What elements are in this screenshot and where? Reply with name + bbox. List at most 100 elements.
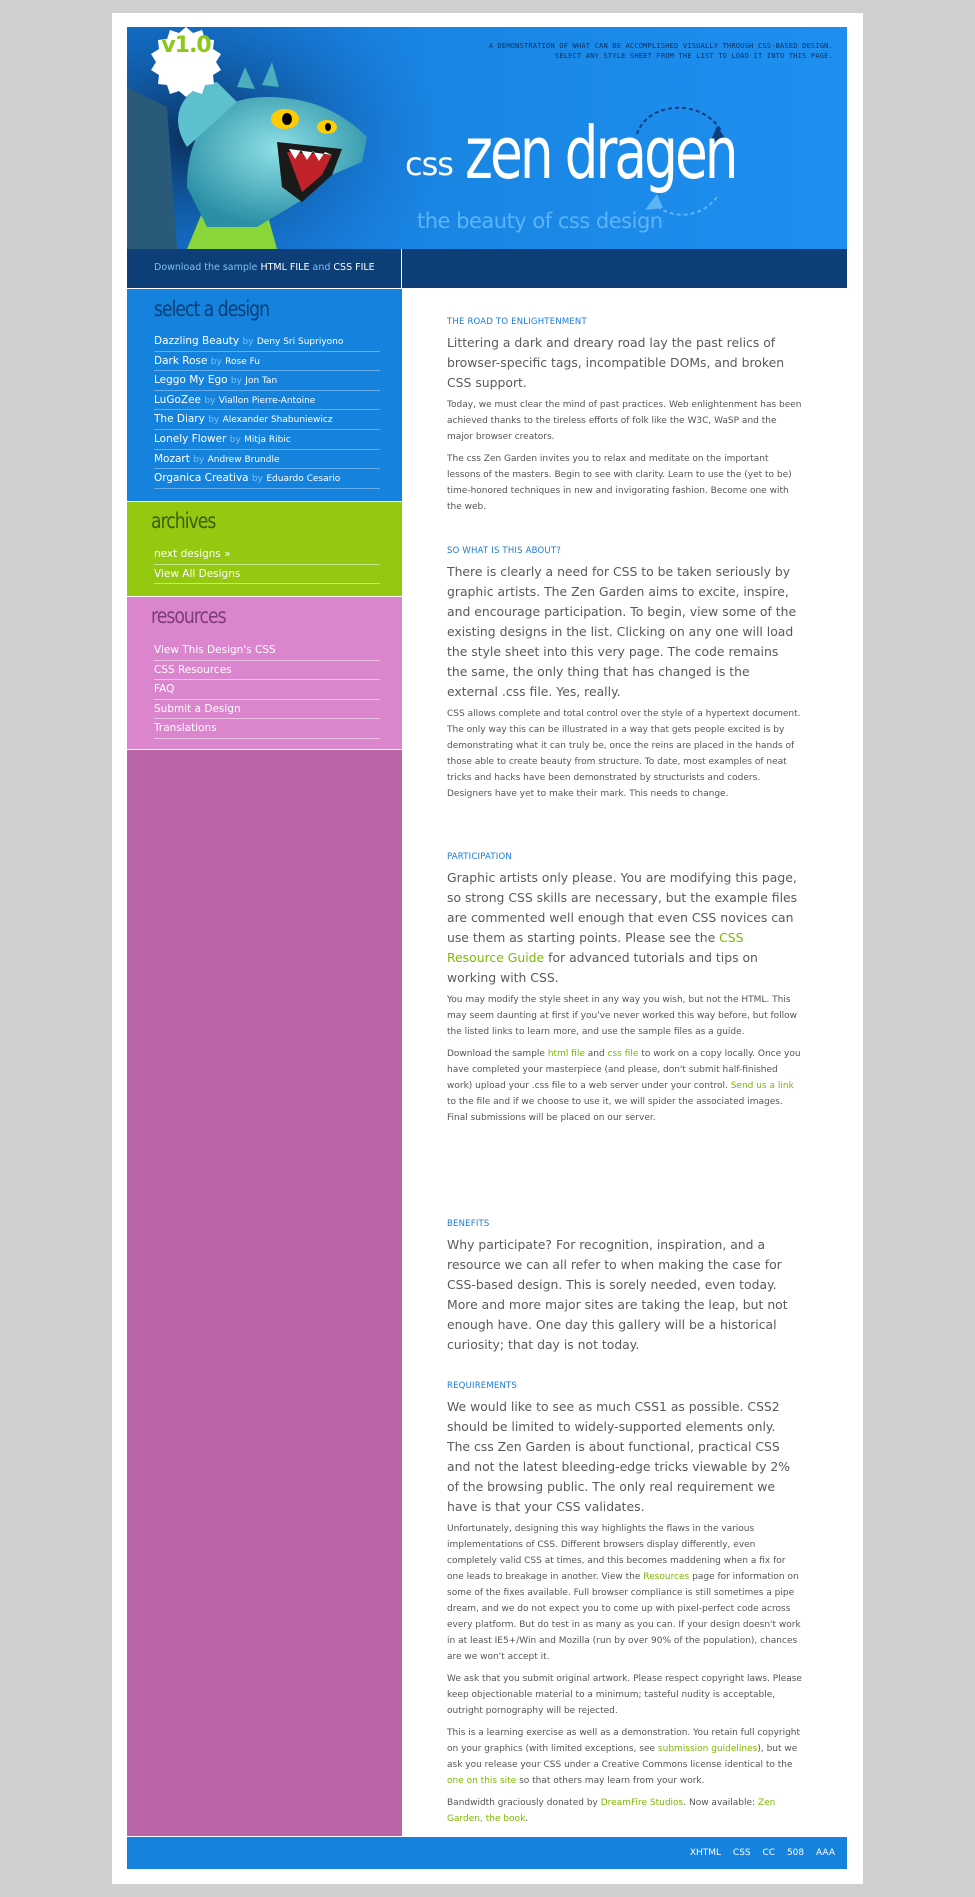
design-item[interactable]: Lonely Flower by Mitja Ribic bbox=[154, 430, 380, 450]
translations-link[interactable]: Translations bbox=[154, 719, 380, 739]
xhtml-link[interactable]: XHTML bbox=[690, 1848, 721, 1858]
faq-link[interactable]: FAQ bbox=[154, 680, 380, 700]
resources-list: View This Design's CSS CSS Resources FAQ… bbox=[154, 641, 380, 739]
select-design-title: select a design bbox=[154, 297, 270, 321]
design-item[interactable]: Dark Rose by Rose Fu bbox=[154, 352, 380, 372]
design-item[interactable]: Mozart by Andrew Brundle bbox=[154, 450, 380, 470]
design-name-link[interactable]: Dark Rose bbox=[154, 355, 207, 367]
section-title: THE ROAD TO ENLIGHTENMENT bbox=[447, 317, 587, 327]
design-name-link[interactable]: Mozart bbox=[154, 453, 190, 465]
submission-guidelines-link[interactable]: submission guidelines bbox=[658, 1744, 757, 1754]
section-enlightenment: THE ROAD TO ENLIGHTENMENT Littering a da… bbox=[447, 317, 802, 521]
508-link[interactable]: 508 bbox=[787, 1848, 804, 1858]
css-link[interactable]: CSS bbox=[733, 1848, 751, 1858]
dreamfire-link[interactable]: DreamFire Studios bbox=[601, 1798, 684, 1808]
page-container: v1.0 A demonstration of what can be acco… bbox=[127, 27, 847, 1869]
page-summary: A demonstration of what can be accomplis… bbox=[488, 42, 833, 60]
archives-list: next designs » View All Designs bbox=[154, 545, 380, 585]
logo-title: zen dragen bbox=[465, 111, 739, 195]
archives-title: archives bbox=[151, 509, 216, 533]
text: . Now available: bbox=[683, 1798, 758, 1808]
text: Graphic artists only please. You are mod… bbox=[447, 870, 798, 945]
section-paragraph: CSS allows complete and total control ov… bbox=[447, 709, 801, 799]
section-paragraph: The css Zen Garden invites you to relax … bbox=[447, 454, 792, 512]
design-name-link[interactable]: Lonely Flower bbox=[154, 433, 226, 445]
section-title: PARTICIPATION bbox=[447, 852, 512, 862]
section-paragraph: Unfortunately, designing this way highli… bbox=[447, 1521, 802, 1665]
section-about: SO WHAT IS THIS ABOUT? There is clearly … bbox=[447, 546, 802, 808]
section-paragraph: We ask that you submit original artwork.… bbox=[447, 1674, 802, 1716]
text: . bbox=[525, 1814, 529, 1824]
section-lead: We would like to see as much CSS1 as pos… bbox=[447, 1399, 791, 1514]
cc-link[interactable]: CC bbox=[763, 1848, 776, 1858]
design-author-link[interactable]: Viallon Pierre-Antoine bbox=[219, 396, 316, 406]
design-author-link[interactable]: Mitja Ribic bbox=[244, 435, 291, 445]
section-paragraph: You may modify the style sheet in any wa… bbox=[447, 995, 798, 1037]
html-file-link[interactable]: HTML FILE bbox=[260, 262, 309, 273]
design-item[interactable]: The Diary by Alexander Shabuniewicz bbox=[154, 410, 380, 430]
by-label: by bbox=[204, 395, 216, 406]
design-name-link[interactable]: LuGoZee bbox=[154, 394, 201, 406]
sidebar: select a design Dazzling Beauty by Deny … bbox=[127, 289, 402, 1836]
page-footer: XHTML CSS CC 508 AAA bbox=[127, 1836, 847, 1869]
view-all-designs-link[interactable]: View All Designs bbox=[154, 565, 380, 585]
by-label: by bbox=[251, 474, 263, 485]
resources-title: resources bbox=[151, 604, 227, 628]
design-author-link[interactable]: Rose Fu bbox=[225, 357, 260, 367]
send-link-link[interactable]: Send us a link bbox=[731, 1081, 794, 1091]
view-css-link[interactable]: View This Design's CSS bbox=[154, 641, 380, 661]
design-author-link[interactable]: Andrew Brundle bbox=[208, 455, 280, 465]
design-author-link[interactable]: Deny Sri Supriyono bbox=[257, 337, 344, 347]
design-name-link[interactable]: Organica Creativa bbox=[154, 472, 249, 484]
design-item[interactable]: Dazzling Beauty by Deny Sri Supriyono bbox=[154, 332, 380, 352]
by-label: by bbox=[210, 356, 222, 367]
section-title: REQUIREMENTS bbox=[447, 1381, 518, 1391]
css-resources-link[interactable]: CSS Resources bbox=[154, 661, 380, 681]
design-item[interactable]: LuGoZee by Viallon Pierre-Antoine bbox=[154, 391, 380, 411]
resources-panel: resources View This Design's CSS CSS Res… bbox=[127, 597, 402, 750]
text: and bbox=[584, 1049, 608, 1059]
section-requirements: REQUIREMENTS We would like to see as muc… bbox=[447, 1381, 802, 1833]
page-frame: v1.0 A demonstration of what can be acco… bbox=[112, 13, 863, 1884]
section-paragraph: Today, we must clear the mind of past pr… bbox=[447, 400, 802, 442]
design-name-link[interactable]: Leggo My Ego bbox=[154, 374, 228, 386]
next-designs-link[interactable]: next designs » bbox=[154, 545, 380, 565]
submit-design-link[interactable]: Submit a Design bbox=[154, 700, 380, 720]
section-title: SO WHAT IS THIS ABOUT? bbox=[447, 546, 561, 556]
design-author-link[interactable]: Alexander Shabuniewicz bbox=[223, 415, 333, 425]
design-author-link[interactable]: Jon Tan bbox=[245, 376, 277, 386]
css-file-link[interactable]: CSS FILE bbox=[333, 262, 374, 273]
section-lead: Graphic artists only please. You are mod… bbox=[447, 868, 802, 988]
aaa-link[interactable]: AAA bbox=[816, 1848, 835, 1858]
by-label: by bbox=[242, 337, 254, 347]
logo-tagline: the beauty of css design bbox=[417, 209, 663, 233]
select-design-panel: select a design Dazzling Beauty by Deny … bbox=[127, 289, 402, 502]
text: page for information on some of the fixe… bbox=[447, 1572, 801, 1662]
section-paragraph: This is a learning exercise as well as a… bbox=[447, 1725, 802, 1789]
by-label: by bbox=[229, 434, 241, 445]
design-name-link[interactable]: The Diary bbox=[154, 413, 205, 425]
text: so that others may learn from your work. bbox=[516, 1776, 705, 1786]
html-file-inline-link[interactable]: html file bbox=[548, 1049, 585, 1059]
section-benefits: BENEFITS Why participate? For recognitio… bbox=[447, 1219, 802, 1359]
logo-prefix: css bbox=[405, 145, 454, 183]
design-item[interactable]: Organica Creativa by Eduardo Cesario bbox=[154, 469, 380, 489]
section-paragraph: Bandwidth graciously donated by DreamFir… bbox=[447, 1795, 802, 1827]
design-name-link[interactable]: Dazzling Beauty bbox=[154, 335, 239, 347]
text: Bandwidth graciously donated by bbox=[447, 1798, 601, 1808]
license-link[interactable]: one on this site bbox=[447, 1776, 516, 1786]
section-lead: Littering a dark and dreary road lay the… bbox=[447, 335, 785, 390]
text: Download the sample bbox=[447, 1049, 548, 1059]
design-author-link[interactable]: Eduardo Cesario bbox=[266, 474, 340, 484]
version-label: v1.0 bbox=[161, 33, 211, 58]
design-list: Dazzling Beauty by Deny Sri Supriyono Da… bbox=[154, 332, 380, 489]
section-lead: There is clearly a need for CSS to be ta… bbox=[447, 564, 797, 699]
css-file-inline-link[interactable]: css file bbox=[608, 1049, 639, 1059]
download-and: and bbox=[312, 262, 331, 273]
resources-inline-link[interactable]: Resources bbox=[643, 1572, 689, 1582]
download-prefix: Download the sample bbox=[154, 262, 258, 273]
section-paragraph: Download the sample html file and css fi… bbox=[447, 1046, 802, 1126]
by-label: by bbox=[230, 376, 242, 387]
design-item[interactable]: Leggo My Ego by Jon Tan bbox=[154, 371, 380, 391]
section-participation: PARTICIPATION Graphic artists only pleas… bbox=[447, 852, 802, 1132]
